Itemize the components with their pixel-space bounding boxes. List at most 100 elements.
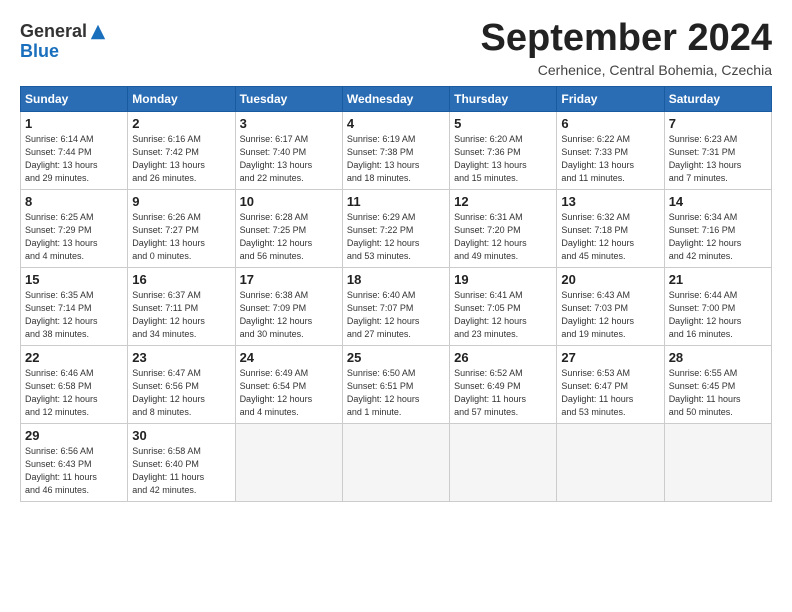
col-thursday: Thursday: [450, 86, 557, 111]
day-number: 23: [132, 350, 230, 365]
col-monday: Monday: [128, 86, 235, 111]
day-number: 11: [347, 194, 445, 209]
day-number: 22: [25, 350, 123, 365]
day-detail: Sunrise: 6:53 AMSunset: 6:47 PMDaylight:…: [561, 367, 659, 419]
logo-general: General: [20, 22, 87, 42]
day-detail: Sunrise: 6:34 AMSunset: 7:16 PMDaylight:…: [669, 211, 767, 263]
day-detail: Sunrise: 6:41 AMSunset: 7:05 PMDaylight:…: [454, 289, 552, 341]
day-detail: Sunrise: 6:28 AMSunset: 7:25 PMDaylight:…: [240, 211, 338, 263]
day-detail: Sunrise: 6:17 AMSunset: 7:40 PMDaylight:…: [240, 133, 338, 185]
day-number: 13: [561, 194, 659, 209]
table-row: 28 Sunrise: 6:55 AMSunset: 6:45 PMDayligh…: [664, 345, 771, 423]
table-row: 10 Sunrise: 6:28 AMSunset: 7:25 PMDayligh…: [235, 189, 342, 267]
logo-blue: Blue: [20, 42, 59, 62]
table-row: 27 Sunrise: 6:53 AMSunset: 6:47 PMDayligh…: [557, 345, 664, 423]
table-row: [342, 423, 449, 501]
day-detail: Sunrise: 6:52 AMSunset: 6:49 PMDaylight:…: [454, 367, 552, 419]
day-detail: Sunrise: 6:50 AMSunset: 6:51 PMDaylight:…: [347, 367, 445, 419]
day-detail: Sunrise: 6:22 AMSunset: 7:33 PMDaylight:…: [561, 133, 659, 185]
day-number: 2: [132, 116, 230, 131]
table-row: 4 Sunrise: 6:19 AMSunset: 7:38 PMDaylight…: [342, 111, 449, 189]
day-detail: Sunrise: 6:44 AMSunset: 7:00 PMDaylight:…: [669, 289, 767, 341]
table-row: 26 Sunrise: 6:52 AMSunset: 6:49 PMDayligh…: [450, 345, 557, 423]
table-row: 6 Sunrise: 6:22 AMSunset: 7:33 PMDaylight…: [557, 111, 664, 189]
table-row: 11 Sunrise: 6:29 AMSunset: 7:22 PMDayligh…: [342, 189, 449, 267]
day-number: 26: [454, 350, 552, 365]
day-detail: Sunrise: 6:26 AMSunset: 7:27 PMDaylight:…: [132, 211, 230, 263]
day-detail: Sunrise: 6:58 AMSunset: 6:40 PMDaylight:…: [132, 445, 230, 497]
day-number: 15: [25, 272, 123, 287]
day-detail: Sunrise: 6:55 AMSunset: 6:45 PMDaylight:…: [669, 367, 767, 419]
table-row: 29 Sunrise: 6:56 AMSunset: 6:43 PMDayligh…: [21, 423, 128, 501]
day-number: 19: [454, 272, 552, 287]
table-row: 13Sunrise: 6:32 AMSunset: 7:18 PMDayligh…: [557, 189, 664, 267]
day-number: 28: [669, 350, 767, 365]
day-number: 9: [132, 194, 230, 209]
day-number: 16: [132, 272, 230, 287]
table-row: 1 Sunrise: 6:14 AMSunset: 7:44 PMDaylight…: [21, 111, 128, 189]
day-number: 4: [347, 116, 445, 131]
table-row: 12 Sunrise: 6:31 AMSunset: 7:20 PMDayligh…: [450, 189, 557, 267]
day-detail: Sunrise: 6:35 AMSunset: 7:14 PMDaylight:…: [25, 289, 123, 341]
table-row: 30 Sunrise: 6:58 AMSunset: 6:40 PMDayligh…: [128, 423, 235, 501]
day-number: 24: [240, 350, 338, 365]
day-number: 12: [454, 194, 552, 209]
table-row: 22 Sunrise: 6:46 AMSunset: 6:58 PMDayligh…: [21, 345, 128, 423]
day-number: 1: [25, 116, 123, 131]
table-row: 24 Sunrise: 6:49 AMSunset: 6:54 PMDayligh…: [235, 345, 342, 423]
table-row: [450, 423, 557, 501]
table-row: 21 Sunrise: 6:44 AMSunset: 7:00 PMDayligh…: [664, 267, 771, 345]
table-row: 25Sunrise: 6:50 AMSunset: 6:51 PMDayligh…: [342, 345, 449, 423]
day-detail: Sunrise: 6:16 AMSunset: 7:42 PMDaylight:…: [132, 133, 230, 185]
month-title: September 2024: [481, 18, 773, 60]
day-number: 3: [240, 116, 338, 131]
day-number: 27: [561, 350, 659, 365]
day-detail: Sunrise: 6:37 AMSunset: 7:11 PMDaylight:…: [132, 289, 230, 341]
day-detail: Sunrise: 6:43 AMSunset: 7:03 PMDaylight:…: [561, 289, 659, 341]
table-row: 17Sunrise: 6:38 AMSunset: 7:09 PMDayligh…: [235, 267, 342, 345]
logo-icon: [89, 23, 107, 41]
table-row: 20 Sunrise: 6:43 AMSunset: 7:03 PMDayligh…: [557, 267, 664, 345]
col-sunday: Sunday: [21, 86, 128, 111]
table-row: 3 Sunrise: 6:17 AMSunset: 7:40 PMDaylight…: [235, 111, 342, 189]
table-row: 9 Sunrise: 6:26 AMSunset: 7:27 PMDaylight…: [128, 189, 235, 267]
page: General Blue September 2024 Cerhenice, C…: [0, 0, 792, 512]
table-row: 2 Sunrise: 6:16 AMSunset: 7:42 PMDaylight…: [128, 111, 235, 189]
day-detail: Sunrise: 6:19 AMSunset: 7:38 PMDaylight:…: [347, 133, 445, 185]
day-number: 21: [669, 272, 767, 287]
table-row: 14 Sunrise: 6:34 AMSunset: 7:16 PMDayligh…: [664, 189, 771, 267]
day-number: 14: [669, 194, 767, 209]
day-detail: Sunrise: 6:29 AMSunset: 7:22 PMDaylight:…: [347, 211, 445, 263]
day-detail: Sunrise: 6:49 AMSunset: 6:54 PMDaylight:…: [240, 367, 338, 419]
day-number: 30: [132, 428, 230, 443]
day-detail: Sunrise: 6:14 AMSunset: 7:44 PMDaylight:…: [25, 133, 123, 185]
day-number: 10: [240, 194, 338, 209]
table-row: 8 Sunrise: 6:25 AMSunset: 7:29 PMDaylight…: [21, 189, 128, 267]
table-row: [664, 423, 771, 501]
col-saturday: Saturday: [664, 86, 771, 111]
day-detail: Sunrise: 6:25 AMSunset: 7:29 PMDaylight:…: [25, 211, 123, 263]
day-detail: Sunrise: 6:23 AMSunset: 7:31 PMDaylight:…: [669, 133, 767, 185]
day-detail: Sunrise: 6:31 AMSunset: 7:20 PMDaylight:…: [454, 211, 552, 263]
day-number: 17: [240, 272, 338, 287]
col-tuesday: Tuesday: [235, 86, 342, 111]
table-row: 5 Sunrise: 6:20 AMSunset: 7:36 PMDaylight…: [450, 111, 557, 189]
table-row: [557, 423, 664, 501]
day-detail: Sunrise: 6:47 AMSunset: 6:56 PMDaylight:…: [132, 367, 230, 419]
day-number: 8: [25, 194, 123, 209]
day-detail: Sunrise: 6:20 AMSunset: 7:36 PMDaylight:…: [454, 133, 552, 185]
table-row: [235, 423, 342, 501]
table-row: 23 Sunrise: 6:47 AMSunset: 6:56 PMDayligh…: [128, 345, 235, 423]
day-detail: Sunrise: 6:56 AMSunset: 6:43 PMDaylight:…: [25, 445, 123, 497]
day-number: 18: [347, 272, 445, 287]
day-number: 5: [454, 116, 552, 131]
day-number: 20: [561, 272, 659, 287]
table-row: 19 Sunrise: 6:41 AMSunset: 7:05 PMDayligh…: [450, 267, 557, 345]
day-number: 29: [25, 428, 123, 443]
col-friday: Friday: [557, 86, 664, 111]
table-row: 18Sunrise: 6:40 AMSunset: 7:07 PMDayligh…: [342, 267, 449, 345]
day-number: 6: [561, 116, 659, 131]
table-row: 15 Sunrise: 6:35 AMSunset: 7:14 PMDayligh…: [21, 267, 128, 345]
location: Cerhenice, Central Bohemia, Czechia: [481, 62, 773, 78]
day-detail: Sunrise: 6:46 AMSunset: 6:58 PMDaylight:…: [25, 367, 123, 419]
